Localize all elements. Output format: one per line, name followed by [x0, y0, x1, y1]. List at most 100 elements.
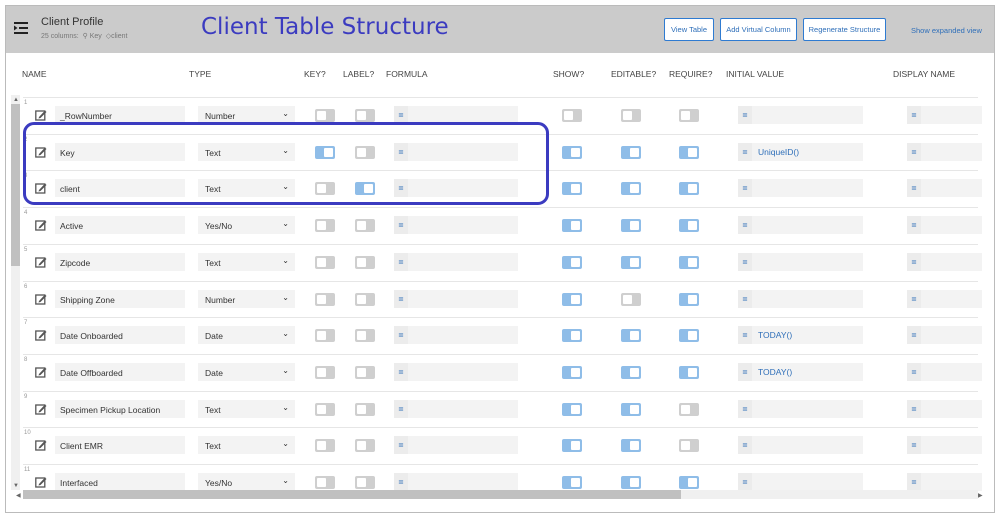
display-name-input[interactable]: = — [907, 473, 982, 491]
column-name-input[interactable]: Shipping Zone — [55, 289, 185, 308]
column-type-select[interactable]: Date ⌄ — [198, 326, 295, 345]
formula-input[interactable]: = — [394, 216, 518, 235]
initial-value-input[interactable]: = — [738, 289, 863, 308]
column-name-input[interactable]: Date Offboarded — [55, 362, 185, 381]
scroll-up-arrow[interactable]: ▲ — [13, 97, 19, 103]
initial-value-input[interactable]: = — [738, 399, 863, 418]
show-expanded-view-link[interactable]: Show expanded view — [911, 26, 982, 35]
require-toggle[interactable] — [679, 145, 699, 159]
display-name-input[interactable]: = — [907, 142, 982, 161]
show-toggle[interactable] — [562, 182, 582, 196]
show-toggle[interactable] — [562, 145, 582, 159]
column-type-select[interactable]: Text ⌄ — [198, 252, 295, 271]
edit-icon[interactable] — [35, 219, 47, 231]
require-toggle[interactable] — [679, 476, 699, 489]
view-table-button[interactable]: View Table — [664, 18, 714, 41]
show-toggle[interactable] — [562, 329, 582, 343]
show-toggle[interactable] — [562, 255, 582, 269]
key-toggle[interactable] — [315, 402, 335, 416]
initial-value-input[interactable]: = TODAY() — [738, 362, 863, 381]
label-toggle[interactable] — [355, 255, 375, 269]
formula-input[interactable]: = — [394, 252, 518, 271]
show-toggle[interactable] — [562, 292, 582, 306]
key-toggle[interactable] — [315, 109, 335, 122]
display-name-input[interactable]: = — [907, 436, 982, 455]
regenerate-structure-button[interactable]: Regenerate Structure — [803, 18, 886, 41]
formula-input[interactable]: = — [394, 289, 518, 308]
column-type-select[interactable]: Date ⌄ — [198, 362, 295, 381]
editable-toggle[interactable] — [621, 219, 641, 233]
collapse-menu-icon[interactable] — [14, 22, 28, 34]
initial-value-input[interactable]: = — [738, 216, 863, 235]
formula-input[interactable]: = — [394, 436, 518, 455]
key-toggle[interactable] — [315, 439, 335, 453]
column-name-input[interactable]: Client EMR — [55, 436, 185, 455]
initial-value-input[interactable]: = UniqueID() — [738, 142, 863, 161]
horizontal-scroll-thumb[interactable] — [23, 490, 681, 499]
require-toggle[interactable] — [679, 439, 699, 453]
initial-value-input[interactable]: = — [738, 252, 863, 271]
require-toggle[interactable] — [679, 402, 699, 416]
formula-input[interactable]: = — [394, 326, 518, 345]
label-toggle[interactable] — [355, 402, 375, 416]
edit-icon[interactable] — [35, 256, 47, 268]
show-toggle[interactable] — [562, 402, 582, 416]
display-name-input[interactable]: = — [907, 106, 982, 124]
editable-toggle[interactable] — [621, 145, 641, 159]
key-toggle[interactable] — [315, 255, 335, 269]
display-name-input[interactable]: = — [907, 252, 982, 271]
initial-value-input[interactable]: = — [738, 436, 863, 455]
display-name-input[interactable]: = — [907, 289, 982, 308]
add-virtual-column-button[interactable]: Add Virtual Column — [720, 18, 797, 41]
display-name-input[interactable]: = — [907, 326, 982, 345]
label-toggle[interactable] — [355, 365, 375, 379]
key-toggle[interactable] — [315, 219, 335, 233]
edit-icon[interactable] — [35, 366, 47, 378]
require-toggle[interactable] — [679, 292, 699, 306]
column-name-input[interactable]: Specimen Pickup Location — [55, 399, 185, 418]
show-toggle[interactable] — [562, 439, 582, 453]
initial-value-input[interactable]: = TODAY() — [738, 326, 863, 345]
editable-toggle[interactable] — [621, 292, 641, 306]
scroll-left-arrow[interactable]: ◀ — [16, 492, 21, 499]
label-toggle[interactable] — [355, 329, 375, 343]
column-type-select[interactable]: Number ⌄ — [198, 289, 295, 308]
editable-toggle[interactable] — [621, 365, 641, 379]
formula-input[interactable]: = — [394, 473, 518, 491]
editable-toggle[interactable] — [621, 476, 641, 489]
require-toggle[interactable] — [679, 255, 699, 269]
show-toggle[interactable] — [562, 365, 582, 379]
require-toggle[interactable] — [679, 219, 699, 233]
label-toggle[interactable] — [355, 292, 375, 306]
label-toggle[interactable] — [355, 476, 375, 489]
editable-toggle[interactable] — [621, 402, 641, 416]
require-toggle[interactable] — [679, 109, 699, 122]
key-toggle[interactable] — [315, 292, 335, 306]
require-toggle[interactable] — [679, 365, 699, 379]
column-name-input[interactable]: Interfaced — [55, 473, 185, 491]
edit-icon[interactable] — [35, 109, 47, 121]
formula-input[interactable]: = — [394, 362, 518, 381]
key-toggle[interactable] — [315, 476, 335, 489]
vertical-scroll-thumb[interactable] — [11, 104, 20, 266]
column-name-input[interactable]: Date Onboarded — [55, 326, 185, 345]
column-type-select[interactable]: Text ⌄ — [198, 399, 295, 418]
label-toggle[interactable] — [355, 109, 375, 122]
require-toggle[interactable] — [679, 182, 699, 196]
column-type-select[interactable]: Yes/No ⌄ — [198, 473, 295, 491]
edit-icon[interactable] — [35, 329, 47, 341]
display-name-input[interactable]: = — [907, 362, 982, 381]
show-toggle[interactable] — [562, 109, 582, 122]
column-type-select[interactable]: Yes/No ⌄ — [198, 216, 295, 235]
edit-icon[interactable] — [35, 403, 47, 415]
column-name-input[interactable]: Active — [55, 216, 185, 235]
require-toggle[interactable] — [679, 329, 699, 343]
initial-value-input[interactable]: = — [738, 473, 863, 491]
editable-toggle[interactable] — [621, 329, 641, 343]
key-toggle[interactable] — [315, 329, 335, 343]
key-toggle[interactable] — [315, 365, 335, 379]
initial-value-input[interactable]: = — [738, 179, 863, 198]
show-toggle[interactable] — [562, 476, 582, 489]
edit-icon[interactable] — [35, 476, 47, 488]
label-toggle[interactable] — [355, 439, 375, 453]
